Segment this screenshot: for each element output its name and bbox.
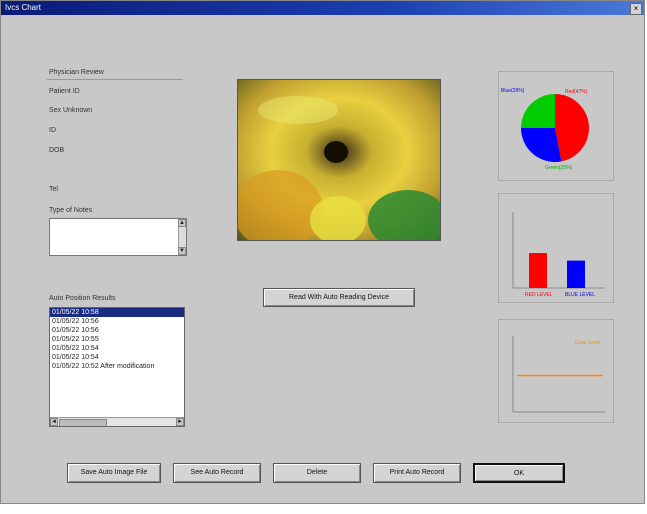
bar-red-level [529, 253, 547, 288]
print-record-button[interactable]: Print Auto Record [373, 463, 461, 483]
see-record-button[interactable]: See Auto Record [173, 463, 261, 483]
patient-header: Physician Review [49, 69, 104, 76]
list-item[interactable]: 01/05/22 10:56 [50, 317, 184, 326]
patient-field-dob: DOB [49, 147, 65, 154]
pie-chart: Red(47%) Blue(28%) Green(25%) [501, 88, 589, 171]
notes-scrollbar[interactable]: ▲ ▼ [178, 219, 186, 255]
list-item[interactable]: 01/05/22 10:54 [50, 353, 184, 362]
line-legend: Color Level [575, 340, 600, 346]
notes-textarea[interactable]: ▲ ▼ [49, 218, 187, 256]
scroll-down-icon[interactable]: ▼ [178, 247, 186, 255]
close-button[interactable]: × [630, 3, 642, 15]
scroll-left-icon[interactable]: ◄ [50, 418, 58, 426]
examination-image-graphic [238, 80, 440, 240]
pie-slice-blue [521, 128, 562, 162]
patient-field-tel: Tel [49, 186, 58, 193]
list-item[interactable]: 01/05/22 10:54 [50, 344, 184, 353]
line-chart-panel: Color Level [498, 319, 614, 423]
bar-chart-panel: RED LEVEL BLUE LEVEL [498, 193, 614, 303]
patient-field-id: Patient ID [49, 88, 80, 95]
pie-label-blue: Blue(28%) [501, 88, 525, 94]
main-window: Ivcs Chart × Physician Review Patient ID… [0, 0, 645, 504]
patient-field-id2: ID [49, 127, 56, 134]
notes-label: Type of Notes [49, 207, 93, 214]
list-item[interactable]: 01/05/22 10:52 After modification [50, 362, 184, 371]
pie-label-red: Red(47%) [565, 89, 588, 95]
pie-slice-green [521, 94, 555, 128]
list-hscrollbar[interactable]: ◄ ► [50, 417, 184, 426]
pie-label-green: Green(25%) [545, 165, 573, 171]
list-item[interactable]: 01/05/22 10:58 [50, 308, 184, 317]
image-listbox[interactable]: 01/05/22 10:58 01/05/22 10:56 01/05/22 1… [49, 307, 185, 427]
save-image-button[interactable]: Save Auto Image File [67, 463, 161, 483]
window-title: Ivcs Chart [5, 3, 42, 12]
scroll-up-icon[interactable]: ▲ [178, 219, 186, 227]
ok-button[interactable]: OK [473, 463, 565, 483]
examination-image [237, 79, 441, 241]
bar-blue-level [567, 260, 585, 288]
delete-button[interactable]: Delete [273, 463, 361, 483]
images-label: Auto Position Results [49, 295, 116, 302]
title-bar[interactable]: Ivcs Chart × [1, 1, 644, 15]
bar-chart: RED LEVEL BLUE LEVEL [512, 212, 605, 298]
bar-label-blue: BLUE LEVEL [565, 292, 595, 298]
pie-chart-panel: Red(47%) Blue(28%) Green(25%) [498, 71, 614, 181]
scroll-right-icon[interactable]: ► [176, 418, 184, 426]
patient-divider [47, 79, 183, 80]
list-item[interactable]: 01/05/22 10:56 [50, 326, 184, 335]
pie-slice-red [555, 94, 589, 162]
patient-field-sex: Sex Unknown [49, 107, 93, 114]
list-item[interactable]: 01/05/22 10:55 [50, 335, 184, 344]
bar-label-red: RED LEVEL [525, 292, 553, 298]
scroll-thumb[interactable] [59, 419, 107, 426]
read-auto-button[interactable]: Read With Auto Reading Device [263, 288, 415, 307]
line-chart: Color Level [512, 336, 605, 413]
